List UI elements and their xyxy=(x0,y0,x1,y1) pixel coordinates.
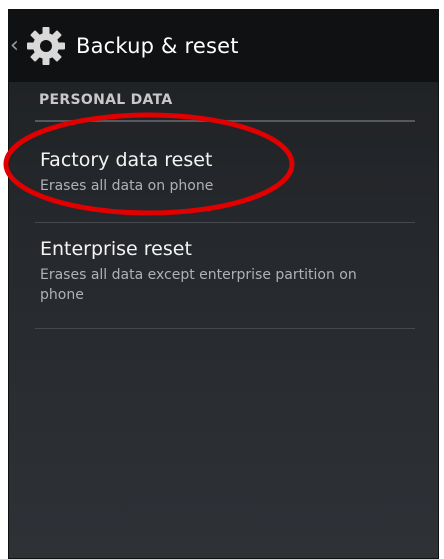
item-summary: Erases all data on phone xyxy=(40,178,214,194)
gear-icon[interactable] xyxy=(24,24,68,68)
settings-screen: ‹ Backup & reset PERSONAL DATA Factory d… xyxy=(8,9,439,559)
item-title: Factory data reset xyxy=(40,149,213,171)
action-bar: ‹ Backup & reset xyxy=(8,9,439,82)
back-caret-icon[interactable]: ‹ xyxy=(10,34,20,57)
enterprise-reset-item[interactable]: Enterprise reset Erases all data except … xyxy=(35,238,415,305)
page-title: Backup & reset xyxy=(76,33,239,58)
item-summary: Erases all data except enterprise partit… xyxy=(40,267,357,303)
section-label: PERSONAL DATA xyxy=(39,92,173,108)
section-divider xyxy=(35,120,415,122)
section-header-personal-data: PERSONAL DATA xyxy=(35,92,415,122)
item-title: Enterprise reset xyxy=(40,238,192,260)
list-divider xyxy=(35,222,415,223)
factory-data-reset-item[interactable]: Factory data reset Erases all data on ph… xyxy=(35,149,415,196)
list-divider xyxy=(35,328,415,329)
